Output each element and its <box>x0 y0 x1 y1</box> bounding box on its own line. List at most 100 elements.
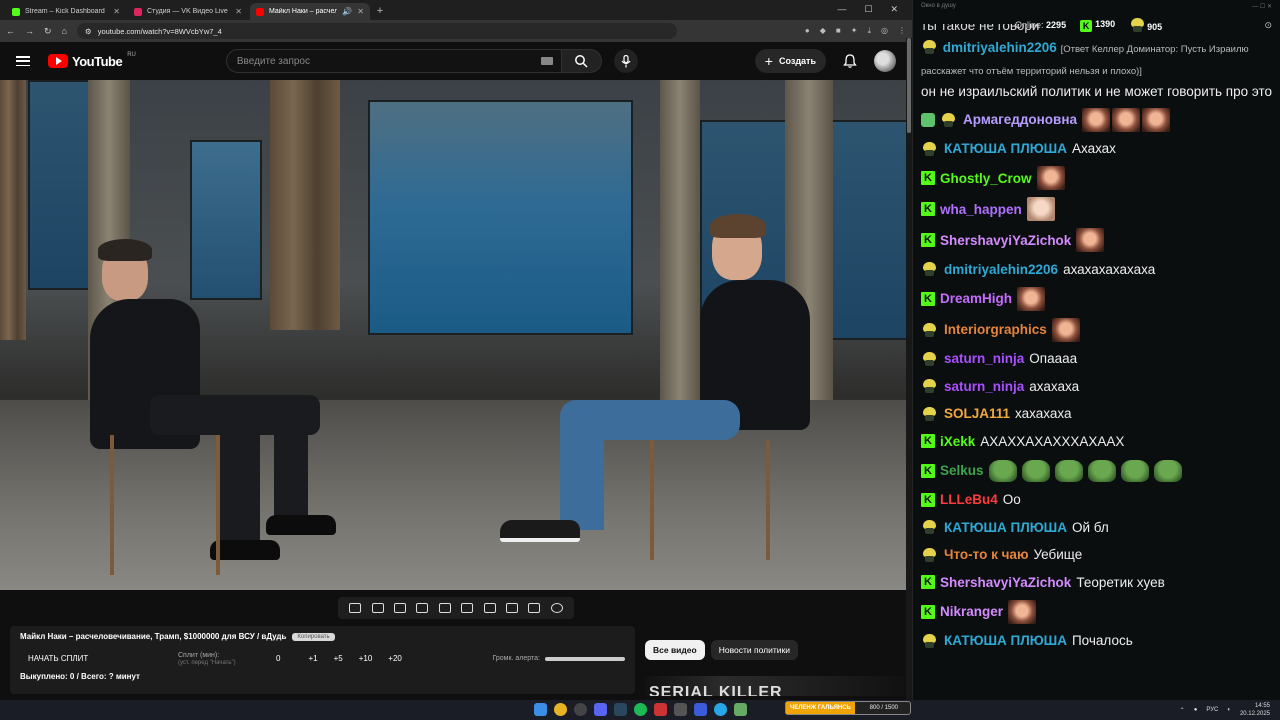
lang-indicator[interactable]: РУС <box>1206 707 1218 713</box>
clock[interactable]: 14:55 20.12.2025 <box>1240 702 1270 718</box>
eye-icon[interactable] <box>393 603 406 613</box>
chip-politics-news[interactable]: Новости политики <box>710 640 798 660</box>
discord-icon[interactable] <box>594 703 607 716</box>
chat-nick[interactable]: Interiorgraphics <box>944 322 1047 337</box>
film-icon[interactable] <box>461 603 474 613</box>
notifications-bell-icon[interactable] <box>842 53 858 69</box>
chat-nick[interactable]: iXekk <box>940 434 975 449</box>
extension-icon[interactable]: ◆ <box>820 26 826 36</box>
extension-icon[interactable]: ● <box>805 26 810 36</box>
vk-badge-icon <box>921 39 939 55</box>
video-thumbnail[interactable]: SERIAL KILLER <box>645 676 905 696</box>
add-screen-icon[interactable] <box>505 603 518 613</box>
chat-nick[interactable]: КАТЮША ПЛЮША <box>944 520 1067 535</box>
chat-nick[interactable]: Selkus <box>940 463 984 478</box>
search-button[interactable] <box>561 49 602 73</box>
start-split-button[interactable]: НАЧАТЬ СПЛИТ <box>28 654 178 663</box>
download-icon[interactable]: ⤓ <box>867 26 871 36</box>
site-info-icon[interactable]: ⚙ <box>85 27 92 36</box>
maximize-icon[interactable]: ☐ <box>864 4 872 15</box>
chat-nick[interactable]: ShershavyiYaZichok <box>940 575 1071 590</box>
forward-icon[interactable]: → <box>25 26 34 36</box>
address-bar: ← → ↻ ⌂ ⚙ youtube.com/watch?v=8WVcbYw7_4… <box>0 20 912 42</box>
step-button[interactable]: +20 <box>388 654 402 663</box>
avatar[interactable] <box>874 50 896 72</box>
hamburger-menu-icon[interactable] <box>16 56 30 66</box>
app-icon[interactable] <box>694 703 707 716</box>
split-value[interactable]: 0 <box>276 654 280 663</box>
chat-nick[interactable]: КАТЮША ПЛЮША <box>944 141 1067 156</box>
speaker-icon[interactable]: 🔊 <box>342 7 352 16</box>
chat-message: Армагеддоновна <box>921 104 1272 135</box>
step-button[interactable]: +5 <box>334 654 343 663</box>
youtube-logo[interactable]: YouTube RU <box>48 52 136 69</box>
chat-nick[interactable]: ShershavyiYaZichok <box>940 233 1071 248</box>
reload-icon[interactable]: ↻ <box>44 26 52 37</box>
volume-icon[interactable]: ◐ <box>1227 707 1231 713</box>
chat-nick[interactable]: DreamHigh <box>940 291 1012 306</box>
create-button[interactable]: + Создать <box>754 49 826 73</box>
spotify-icon[interactable] <box>634 703 647 716</box>
chevron-up-icon[interactable]: ⌃ <box>1180 707 1185 714</box>
chat-nick[interactable]: Что-то к чаю <box>944 547 1028 562</box>
chat-nick[interactable]: Ghostly_Crow <box>940 171 1032 186</box>
broadcast-icon[interactable] <box>371 603 384 613</box>
profile-icon[interactable]: ◎ <box>881 26 888 36</box>
chat-nick[interactable]: LLLeBu4 <box>940 492 998 507</box>
home-icon[interactable]: ⌂ <box>62 26 67 36</box>
keyboard-icon[interactable] <box>540 57 553 65</box>
chat-message: КАТЮША ПЛЮША Почалось <box>921 627 1272 655</box>
tab-kick[interactable]: Stream – Kick Dashboard ✕ <box>6 3 126 20</box>
tab-youtube[interactable]: Майкл Наки – расчеловеч 🔊 ✕ <box>250 3 370 20</box>
obs-icon[interactable] <box>574 703 587 716</box>
alert-volume-slider[interactable] <box>545 656 625 661</box>
chat-nick[interactable]: wha_happen <box>940 202 1022 217</box>
vk-badge-icon <box>921 406 939 422</box>
voice-search-button[interactable] <box>613 49 638 73</box>
chat-nick[interactable]: saturn_ninja <box>944 379 1024 394</box>
picture-icon[interactable] <box>438 603 451 613</box>
app-icon[interactable] <box>734 703 747 716</box>
puzzle-icon[interactable]: ✦ <box>851 26 858 36</box>
steam-icon[interactable] <box>614 703 627 716</box>
chat-text: хахахаха <box>1015 406 1072 422</box>
close-tab-icon[interactable]: ✕ <box>113 7 120 16</box>
chat-nick[interactable]: SOLJA111 <box>944 406 1010 421</box>
window-controls[interactable]: — ☐ ✕ <box>1252 3 1272 11</box>
chat-nick[interactable]: dmitriyalehin2206 <box>944 262 1058 277</box>
minimize-icon[interactable]: — <box>837 4 846 15</box>
app-icon[interactable] <box>654 703 667 716</box>
chat-nick[interactable]: Nikranger <box>940 604 1003 619</box>
new-tab-button[interactable]: + <box>372 5 388 20</box>
chip-all-videos[interactable]: Все видео <box>645 640 705 660</box>
close-tab-icon[interactable]: ✕ <box>235 7 242 16</box>
tab-vk[interactable]: Студия — VK Видео Live ✕ <box>128 3 248 20</box>
close-window-icon[interactable]: ✕ <box>890 4 898 15</box>
menu-icon[interactable]: ⋮ <box>898 26 906 36</box>
speed-icon[interactable] <box>483 603 496 613</box>
chrome-icon[interactable] <box>554 703 567 716</box>
step-button[interactable]: +10 <box>359 654 373 663</box>
video-player[interactable] <box>0 80 906 590</box>
camera-icon[interactable] <box>528 603 541 613</box>
chat-nick[interactable]: dmitriyalehin2206 <box>943 40 1057 55</box>
telegram-icon[interactable] <box>714 703 727 716</box>
loop-icon[interactable] <box>349 603 362 613</box>
app-icon[interactable] <box>674 703 687 716</box>
extension-icon[interactable]: ■ <box>836 26 841 36</box>
chat-nick[interactable]: КАТЮША ПЛЮША <box>944 633 1067 648</box>
back-icon[interactable]: ← <box>6 26 15 36</box>
copy-button[interactable]: Копировать <box>292 632 335 641</box>
url-field[interactable]: ⚙ youtube.com/watch?v=8WVcbYw7_4 <box>76 23 677 39</box>
clapper-icon[interactable] <box>416 603 429 613</box>
face-emote-icon <box>1036 166 1065 190</box>
windows-start-icon[interactable] <box>534 703 547 716</box>
mic-icon[interactable]: ● <box>1194 707 1198 713</box>
step-button[interactable]: +1 <box>308 654 317 663</box>
chat-text: Оо <box>1002 492 1021 508</box>
gear-icon[interactable] <box>550 603 563 613</box>
chat-nick[interactable]: saturn_ninja <box>944 351 1024 366</box>
search-input[interactable]: Введите запрос <box>225 49 562 73</box>
close-tab-icon[interactable]: ✕ <box>357 7 364 16</box>
chat-nick[interactable]: Армагеддоновна <box>963 112 1077 127</box>
